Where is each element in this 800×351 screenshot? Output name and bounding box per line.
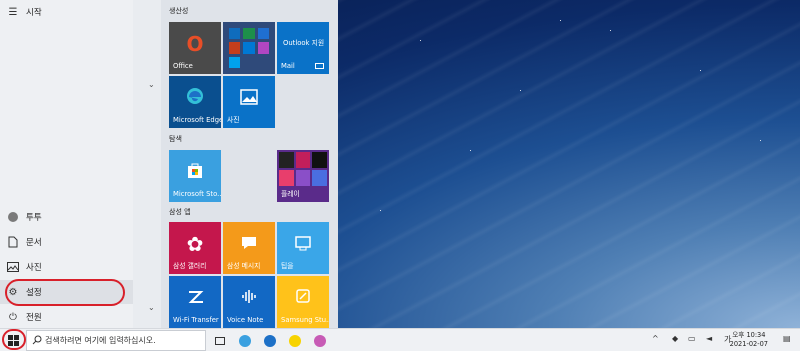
tile-mail[interactable]: Outlook 지원 Mail [277,22,329,74]
chat-bubble-icon [223,232,275,256]
store-bag-icon [169,160,221,184]
start-title: 시작 [26,8,42,18]
user-name: 투투 [26,213,42,223]
edge-icon [264,334,276,347]
wifi-transfer-icon [169,286,221,310]
star [470,150,471,151]
star [380,210,381,211]
chevron-up-icon[interactable]: ^ [652,334,659,343]
tile-notes[interactable]: 팁을 [277,222,329,274]
star [610,30,611,31]
star [760,140,761,141]
picture-icon [7,261,19,273]
app-list-strip: ⌄ ⌄ [133,0,161,328]
volume-icon[interactable]: ◄ [706,334,712,343]
shield-icon[interactable]: ◆ [672,334,678,343]
tile-store[interactable]: Microsoft Sto... [169,150,221,202]
battery-icon[interactable]: ▭ [688,334,696,343]
user-avatar-icon [8,212,18,222]
task-view-icon [215,336,225,345]
tile-gallery[interactable]: ✿ 삼성 갤러리 [169,222,221,274]
star [700,70,701,71]
hamburger-icon[interactable]: ☰ [7,6,19,18]
tile-voice-note[interactable]: Voice Note [223,276,275,328]
document-icon [7,236,19,248]
chevron-down-icon[interactable]: ⌄ [148,80,155,89]
tile-label: Wi-Fi Transfer [173,316,219,324]
notification-icon[interactable]: ▤ [783,334,791,343]
notes-icon [277,232,329,256]
app-icon [314,334,326,347]
start-highlight-circle [2,329,26,350]
waveform-icon [223,286,275,310]
office-icon: O [186,32,204,56]
tile-label: 삼성 메시지 [227,262,261,270]
tile-wifi-transfer[interactable]: Wi-Fi Transfer [169,276,221,328]
tile-label: Microsoft Sto... [173,190,221,198]
browser-icon [239,334,251,347]
outlook-support-label: Outlook 지원 [283,39,325,47]
star [420,40,421,41]
star [520,90,521,91]
tile-label: Voice Note [227,316,264,324]
photos-icon [223,86,275,110]
tile-label: 사진 [227,116,240,124]
taskbar-app-edge[interactable] [261,332,279,349]
studio-icon [277,286,329,310]
tile-samsung-studio[interactable]: Samsung Stu... [277,276,329,328]
flower-icon: ✿ [186,232,204,256]
chat-icon [289,334,301,347]
group-label-productivity: 생산성 [169,7,189,15]
rail-item-label: 전원 [26,313,42,323]
tile-label: 삼성 갤러리 [173,262,207,270]
search-box[interactable]: 검색하려면 여기에 입력하십시오. [26,330,206,351]
power-icon: ⏻ [9,311,17,323]
mail-icon [315,63,324,69]
start-header[interactable]: ☰ 시작 [0,0,133,24]
tile-office[interactable]: O Office [169,22,221,74]
search-placeholder: 검색하려면 여기에 입력하십시오. [45,336,156,345]
taskbar-app-chat[interactable] [286,332,304,349]
tile-label: Samsung Stu... [281,316,329,324]
clock-date: 2021-02-07 [729,340,768,348]
tile-label: Mail [281,62,295,70]
tile-office-apps[interactable] [223,22,275,74]
edge-icon [169,86,221,111]
rail-item-pictures[interactable]: 사진 [0,255,133,279]
rail-item-label: 사진 [26,263,42,273]
app-grid-icon [229,28,269,68]
search-icon [32,335,42,347]
user-item[interactable]: 투투 [0,205,133,229]
settings-highlight-circle [5,279,125,306]
clock-time: 오후 10:34 [732,331,766,339]
taskbar: 검색하려면 여기에 입력하십시오. ^ ◆ ▭ ◄ 가 오후 10:34 202… [0,328,800,351]
tile-label: 팁을 [281,262,294,270]
tile-photos[interactable]: 사진 [223,76,275,128]
tile-edge[interactable]: Microsoft Edge [169,76,221,128]
play-apps-grid-icon [279,152,327,186]
tile-play[interactable]: 플레이 [277,150,329,202]
star [560,20,561,21]
tile-label: Microsoft Edge [173,116,221,124]
rail-item-power[interactable]: ⏻ 전원 [0,305,133,329]
chevron-down-icon[interactable]: ⌄ [148,303,155,312]
tile-label: 플레이 [281,190,300,198]
clock[interactable]: 오후 10:34 2021-02-07 [730,331,768,349]
rail-item-documents[interactable]: 문서 [0,230,133,254]
tile-label: Office [173,62,193,70]
group-label-explore: 탐색 [169,135,182,143]
group-label-samsung: 삼성 앱 [169,208,191,216]
taskbar-app-ie[interactable] [236,332,254,349]
taskbar-app-misc[interactable] [311,332,329,349]
rail-item-label: 문서 [26,238,42,248]
task-view-button[interactable] [211,332,229,349]
tile-messages[interactable]: 삼성 메시지 [223,222,275,274]
